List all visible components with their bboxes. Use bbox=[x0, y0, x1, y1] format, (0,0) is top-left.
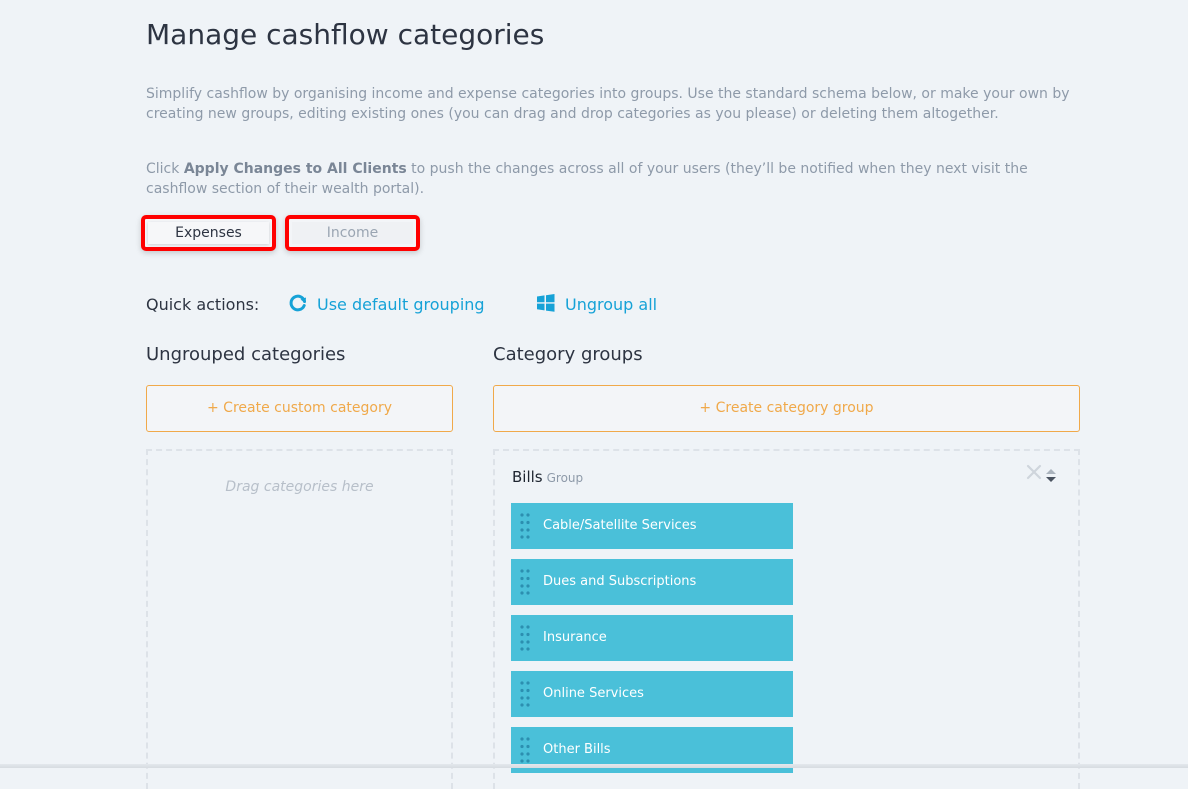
category-groups-title: Category groups bbox=[493, 344, 643, 365]
drag-handle-icon[interactable] bbox=[520, 737, 530, 763]
category-item[interactable]: Online Services bbox=[511, 671, 793, 717]
tab-income[interactable]: Income bbox=[285, 215, 420, 251]
apply-changes-emphasis: Apply Changes to All Clients bbox=[183, 161, 407, 177]
group-tag: Group bbox=[546, 471, 584, 485]
apply-prefix: Click bbox=[146, 161, 184, 177]
page-title: Manage cashflow categories bbox=[146, 18, 545, 51]
category-label: Insurance bbox=[543, 630, 607, 645]
create-category-group-button[interactable]: + Create category group bbox=[493, 385, 1080, 432]
intro-text: Simplify cashflow by organising income a… bbox=[146, 86, 1070, 122]
category-label: Online Services bbox=[543, 686, 644, 701]
drag-handle-icon[interactable] bbox=[520, 681, 530, 707]
group-name: Bills bbox=[512, 468, 543, 486]
refresh-icon bbox=[288, 293, 308, 313]
apply-instructions: Click Apply Changes to All Clients to pu… bbox=[146, 160, 1086, 199]
drag-handle-icon[interactable] bbox=[520, 625, 530, 651]
tab-income-label: Income bbox=[292, 222, 413, 244]
drag-handle-icon[interactable] bbox=[520, 513, 530, 539]
group-header: Bills Group bbox=[512, 467, 583, 486]
category-group-bills[interactable]: Bills Group Cable/Satellite Services Due… bbox=[493, 449, 1080, 789]
ungroup-all-label: Ungroup all bbox=[565, 295, 658, 314]
ungrouped-categories-title: Ungrouped categories bbox=[146, 344, 346, 365]
use-default-grouping-label: Use default grouping bbox=[317, 295, 485, 314]
windows-grid-icon bbox=[536, 293, 556, 313]
create-custom-category-button[interactable]: + Create custom category bbox=[146, 385, 453, 432]
category-item[interactable]: Dues and Subscriptions bbox=[511, 559, 793, 605]
ungroup-all-link[interactable]: Ungroup all bbox=[536, 293, 657, 317]
tab-expenses-label: Expenses bbox=[148, 222, 269, 244]
quick-actions-label: Quick actions: bbox=[146, 295, 260, 314]
category-item[interactable]: Insurance bbox=[511, 615, 793, 661]
drag-handle-icon[interactable] bbox=[520, 569, 530, 595]
category-label: Dues and Subscriptions bbox=[543, 574, 697, 589]
tab-expenses[interactable]: Expenses bbox=[141, 215, 276, 251]
sort-arrows-icon[interactable] bbox=[1045, 468, 1057, 484]
use-default-grouping-link[interactable]: Use default grouping bbox=[288, 293, 485, 317]
drop-hint: Drag categories here bbox=[225, 479, 374, 495]
ungrouped-drop-zone[interactable]: Drag categories here bbox=[146, 449, 453, 789]
viewport-bottom-edge bbox=[0, 764, 1188, 768]
category-item[interactable]: Cable/Satellite Services bbox=[511, 503, 793, 549]
category-label: Cable/Satellite Services bbox=[543, 518, 697, 533]
close-icon[interactable] bbox=[1026, 464, 1042, 480]
